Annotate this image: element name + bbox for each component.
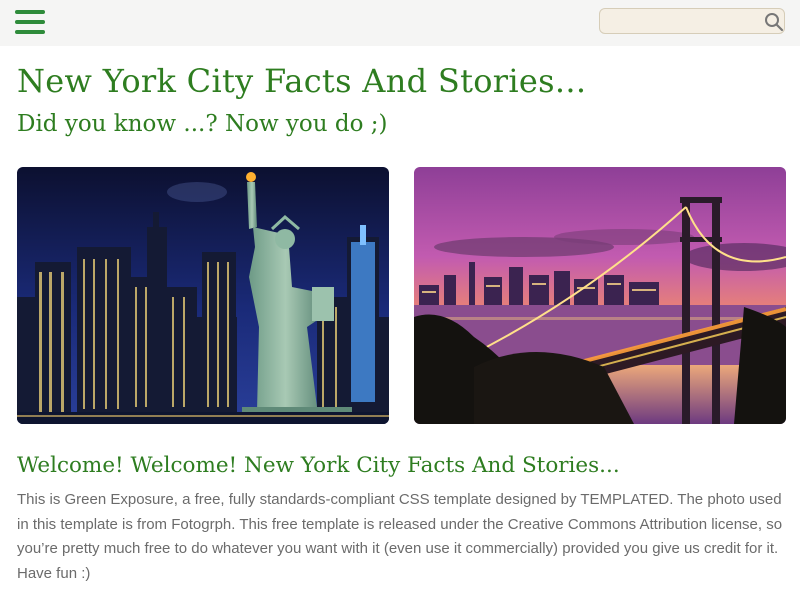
- section-title: Welcome! Welcome! New York City Facts An…: [17, 453, 620, 478]
- bridge-sunset-photo: [414, 167, 786, 424]
- page-title: New York City Facts And Stories...: [17, 62, 587, 100]
- search-icon[interactable]: [764, 12, 784, 32]
- search-box[interactable]: [599, 8, 785, 34]
- statue-of-liberty-photo: [17, 167, 389, 424]
- search-input[interactable]: [606, 12, 760, 32]
- hamburger-menu-icon[interactable]: [15, 10, 45, 35]
- body-paragraph: This is Green Exposure, a free, fully st…: [17, 491, 783, 582]
- page-subtitle: Did you know ...? Now you do ;): [17, 111, 388, 137]
- top-bar: [0, 0, 800, 46]
